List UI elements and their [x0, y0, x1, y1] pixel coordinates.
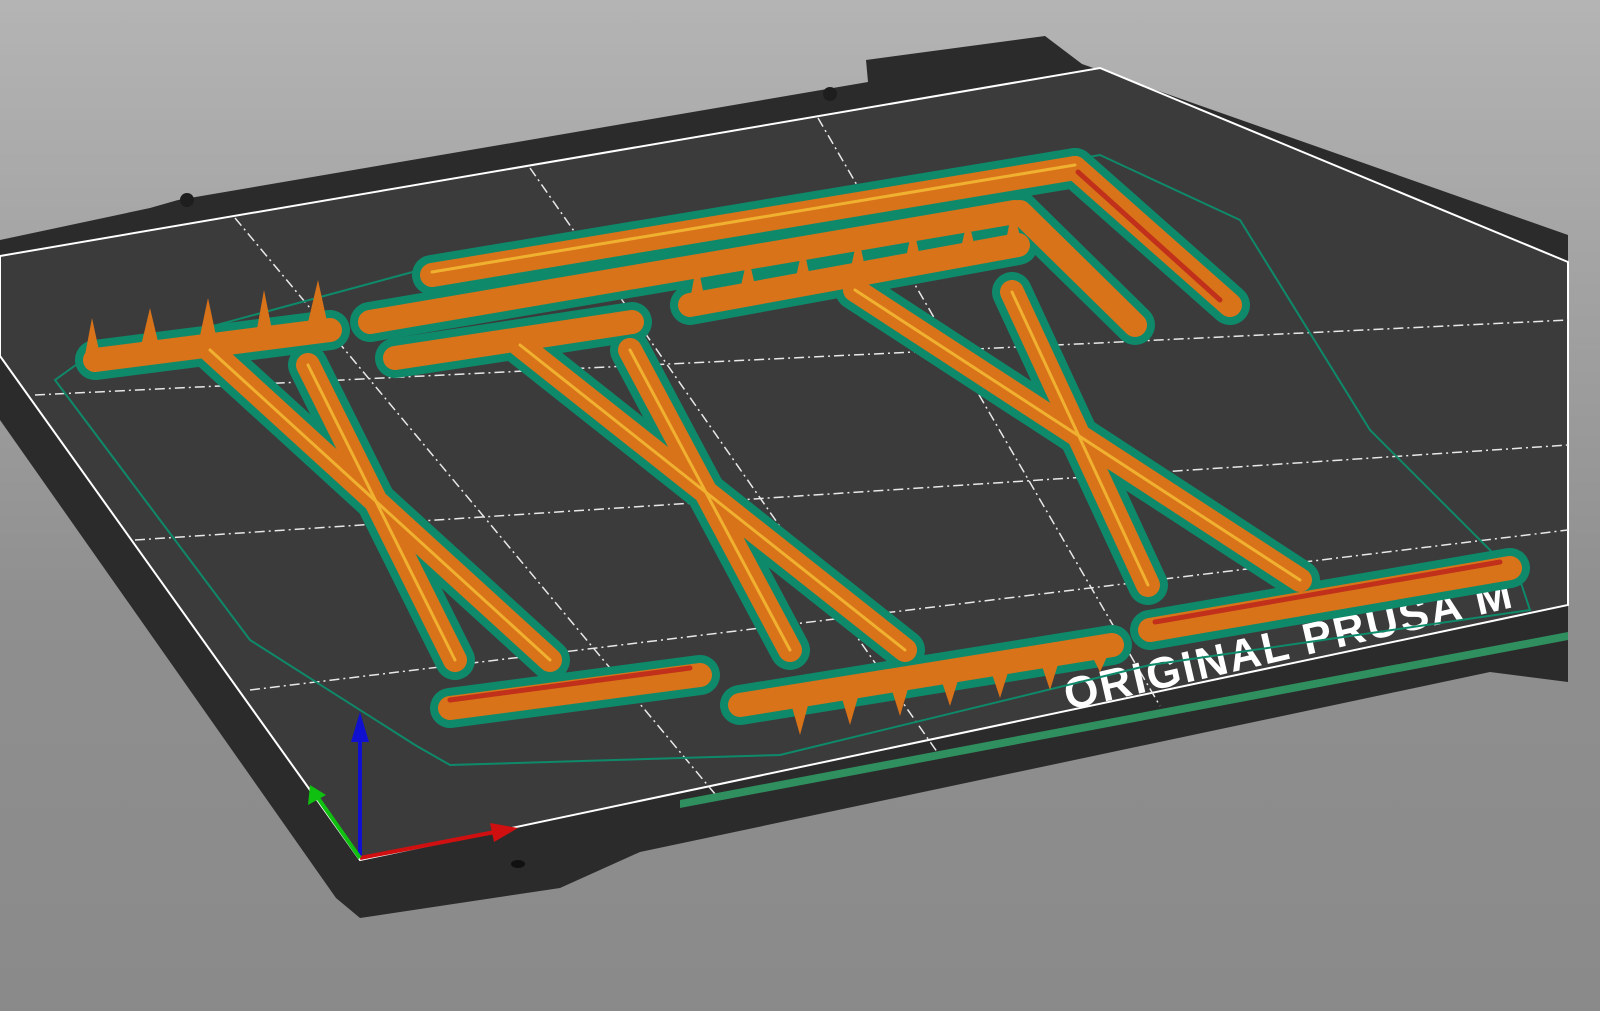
bed-pin	[180, 193, 194, 207]
3d-preview-viewport[interactable]: ORIGINAL PRUSA M	[0, 0, 1600, 1011]
print-bed: ORIGINAL PRUSA M	[0, 36, 1569, 918]
bed-pin	[823, 87, 837, 101]
bed-hole	[511, 860, 525, 868]
